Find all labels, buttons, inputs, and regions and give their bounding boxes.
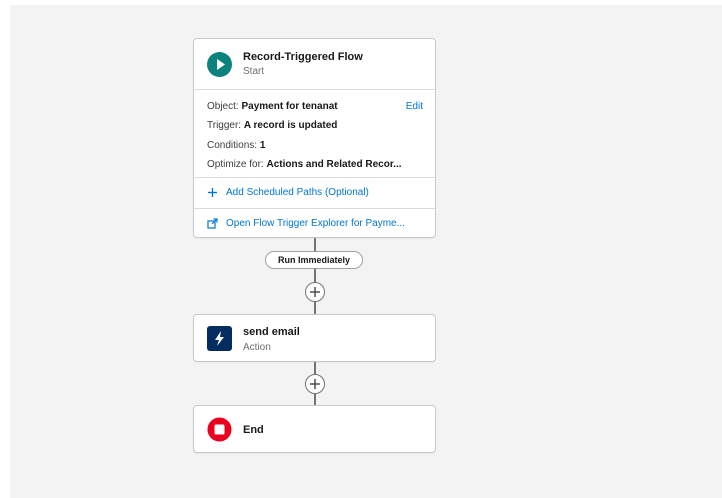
connector-line	[314, 302, 316, 314]
open-trigger-explorer-label: Open Flow Trigger Explorer for Payme...	[226, 218, 405, 229]
edit-link[interactable]: Edit	[406, 101, 423, 112]
run-immediately-path-label[interactable]: Run Immediately	[265, 251, 363, 269]
play-icon	[207, 52, 232, 77]
start-node-details: Object: Payment for tenanat Edit Trigger…	[194, 90, 435, 178]
start-node-title: Record-Triggered Flow	[243, 51, 363, 63]
end-node-title: End	[243, 424, 264, 436]
action-node-subtitle: Action	[243, 342, 271, 353]
plus-icon	[310, 287, 320, 297]
detail-conditions: Conditions: 1	[207, 140, 266, 151]
detail-trigger: Trigger: A record is updated	[207, 120, 338, 131]
stop-icon	[207, 417, 232, 442]
connector-line	[314, 269, 316, 282]
add-element-button[interactable]	[305, 374, 325, 394]
connector-line	[314, 362, 316, 374]
detail-object: Object: Payment for tenanat	[207, 101, 338, 112]
action-node-card[interactable]: send email Action	[193, 314, 436, 362]
open-trigger-explorer-link[interactable]: Open Flow Trigger Explorer for Payme...	[194, 209, 435, 239]
plus-icon	[310, 379, 320, 389]
detail-optimize: Optimize for: Actions and Related Recor.…	[207, 159, 402, 170]
lightning-icon	[207, 326, 232, 351]
connector-line	[314, 238, 316, 251]
action-node-title: send email	[243, 326, 300, 338]
new-window-icon	[207, 218, 218, 232]
plus-icon	[207, 187, 218, 201]
add-element-button[interactable]	[305, 282, 325, 302]
start-node-subtitle: Start	[243, 66, 265, 77]
add-scheduled-paths-link[interactable]: Add Scheduled Paths (Optional)	[194, 178, 435, 209]
add-scheduled-paths-label: Add Scheduled Paths (Optional)	[226, 187, 369, 198]
end-node-card[interactable]: End	[193, 405, 436, 453]
connector-line	[314, 394, 316, 405]
start-node-header[interactable]: Record-Triggered Flow Start	[194, 39, 435, 90]
start-node-card[interactable]: Record-Triggered Flow Start Object: Paym…	[193, 38, 436, 238]
